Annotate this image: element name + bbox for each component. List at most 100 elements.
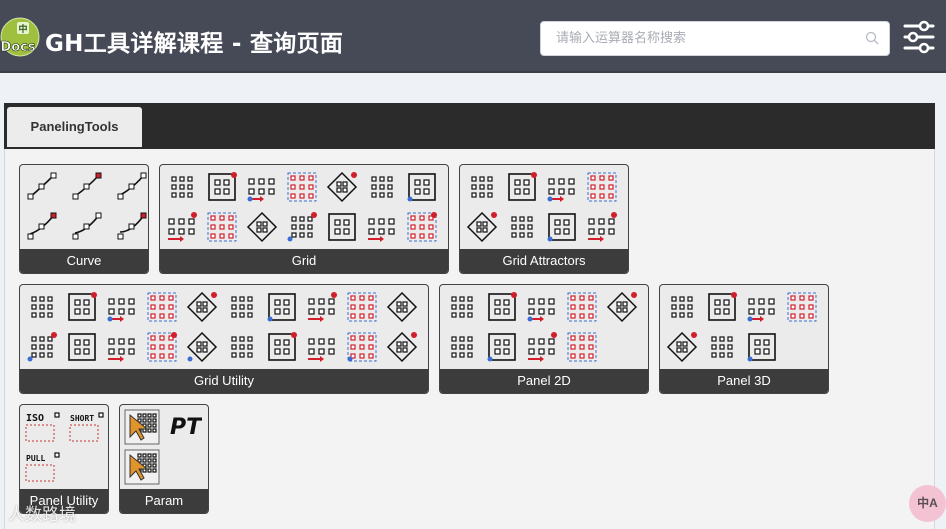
panel3d-ring-icon[interactable] — [744, 289, 780, 325]
settings-sliders-icon[interactable] — [902, 19, 936, 55]
short-icon[interactable]: SHORT — [68, 409, 104, 445]
tab-bar: PanelingTools — [4, 103, 935, 149]
curve-extend-icon[interactable] — [69, 209, 105, 245]
panel-triangle-icon[interactable] — [524, 289, 560, 325]
param-cursor-grid-icon[interactable] — [124, 449, 160, 485]
panel3d-morph-icon[interactable] — [784, 289, 820, 325]
group-label: Grid Utility — [20, 369, 428, 393]
panel3d-stack-icon[interactable] — [704, 329, 740, 365]
grid-shift-icon[interactable] — [184, 289, 220, 325]
panel-morph-icon[interactable] — [604, 289, 640, 325]
grid-uv-dashed-icon[interactable] — [404, 209, 440, 245]
grid-move-icon[interactable] — [304, 289, 340, 325]
attractor-surface-icon[interactable] — [504, 169, 540, 205]
group-panel-3d: Panel 3D — [659, 284, 829, 394]
svg-text:PT: PT — [170, 415, 202, 440]
curve-points-icon[interactable] — [114, 209, 148, 245]
search-box[interactable] — [540, 21, 890, 56]
grid-flatten-icon[interactable] — [344, 289, 380, 325]
docs-logo[interactable]: 中 Docs — [0, 15, 40, 57]
grid-array-icon[interactable] — [204, 169, 240, 205]
svg-text:SHORT: SHORT — [70, 414, 94, 423]
search-icon[interactable] — [865, 31, 879, 45]
grid-curve-icon[interactable] — [324, 209, 360, 245]
curve-divide-distance-icon[interactable] — [69, 169, 105, 205]
grid-cross-icon[interactable] — [224, 329, 260, 365]
svg-text:ISO: ISO — [26, 413, 44, 424]
attractor-mean-icon[interactable] — [544, 169, 580, 205]
grid-rotate-diamond-icon[interactable] — [384, 289, 420, 325]
grid-double-icon[interactable] — [304, 329, 340, 365]
grid-long-icon[interactable] — [184, 329, 220, 365]
group-label: Panel 3D — [660, 369, 828, 393]
attractor-weight-icon[interactable] — [584, 209, 620, 245]
grid-row-icon[interactable] — [164, 209, 200, 245]
group-label: Param — [120, 489, 208, 513]
grid-dashed-icon[interactable] — [264, 329, 300, 365]
grid-dots-icon[interactable] — [244, 209, 280, 245]
attractor-direction-icon[interactable] — [464, 209, 500, 245]
search-input[interactable] — [556, 22, 856, 55]
pt-param-icon[interactable]: PT — [166, 409, 202, 445]
grid-arrow-up-icon[interactable] — [104, 289, 140, 325]
tab-panelingtools[interactable]: PanelingTools — [7, 107, 142, 147]
grid-scale-icon[interactable] — [264, 289, 300, 325]
grid-sphere-icon[interactable] — [284, 209, 320, 245]
attractor-point-icon[interactable] — [464, 169, 500, 205]
grid-fold-icon[interactable] — [24, 329, 60, 365]
panel-dashed-icon[interactable] — [524, 329, 560, 365]
grid-ij-icon[interactable] — [144, 289, 180, 325]
panel-poly-icon[interactable] — [444, 329, 480, 365]
attractor-gaussian-icon[interactable] — [504, 209, 540, 245]
panel-quad-icon[interactable] — [484, 289, 520, 325]
grid-diamond-icon[interactable] — [64, 289, 100, 325]
grid-points-icon[interactable] — [164, 169, 200, 205]
grid-square-icon[interactable] — [344, 329, 380, 365]
panel-red-icon[interactable] — [564, 289, 600, 325]
panel3d-cross-icon[interactable] — [664, 329, 700, 365]
page-title: GH工具详解课程 - 查询页面 — [45, 31, 344, 57]
grid-ring-icon[interactable] — [384, 329, 420, 365]
panel-pattern-icon[interactable] — [564, 329, 600, 365]
top-header: 中 Docs GH工具详解课程 - 查询页面 — [0, 0, 946, 73]
translate-icon[interactable]: 中A — [909, 485, 946, 522]
grid-select-icon[interactable] — [364, 209, 400, 245]
svg-text:中: 中 — [18, 23, 27, 35]
grid-center-icon[interactable] — [24, 289, 60, 325]
svg-text:Docs: Docs — [0, 40, 35, 55]
grid-frame-icon[interactable] — [404, 169, 440, 205]
curve-flip-icon[interactable] — [24, 209, 60, 245]
grid-arrow-icon[interactable] — [204, 209, 240, 245]
grid-extract-icon[interactable] — [104, 329, 140, 365]
group-curve: Curve — [19, 164, 149, 274]
panel3d-red-icon[interactable] — [704, 289, 740, 325]
curve-divide-icon[interactable] — [24, 169, 60, 205]
pull-icon[interactable]: PULL — [24, 449, 60, 485]
curve-divide-chord-icon[interactable] — [114, 169, 148, 205]
panel-split-icon[interactable] — [484, 329, 520, 365]
grid-line-icon[interactable] — [224, 289, 260, 325]
param-cursor-icon[interactable] — [124, 409, 160, 445]
group-label: Grid — [160, 249, 448, 273]
attractor-random-icon[interactable] — [544, 209, 580, 245]
group-grid-attractors: Grid Attractors — [459, 164, 629, 274]
panel3d-arrow-icon[interactable] — [664, 289, 700, 325]
grid-uv-icon[interactable] — [364, 169, 400, 205]
svg-text:PULL: PULL — [26, 454, 45, 463]
group-grid-utility: Grid Utility — [19, 284, 429, 394]
grid-coordinates-icon[interactable] — [244, 169, 280, 205]
grid-rotate-icon[interactable] — [284, 169, 320, 205]
watermark: 人数路境 — [8, 505, 76, 524]
group-label: Curve — [20, 249, 148, 273]
group-param: PT Param — [119, 404, 209, 514]
group-grid: Grid — [159, 164, 449, 274]
attractor-grid-icon[interactable] — [584, 169, 620, 205]
group-label: Panel 2D — [440, 369, 648, 393]
iso-icon[interactable]: ISO — [24, 409, 60, 445]
grid-list-icon[interactable] — [144, 329, 180, 365]
grid-corner-icon[interactable] — [64, 329, 100, 365]
panel-cells-icon[interactable] — [444, 289, 480, 325]
group-label: Grid Attractors — [460, 249, 628, 273]
panel3d-diamond-icon[interactable] — [744, 329, 780, 365]
grid-box-icon[interactable] — [324, 169, 360, 205]
